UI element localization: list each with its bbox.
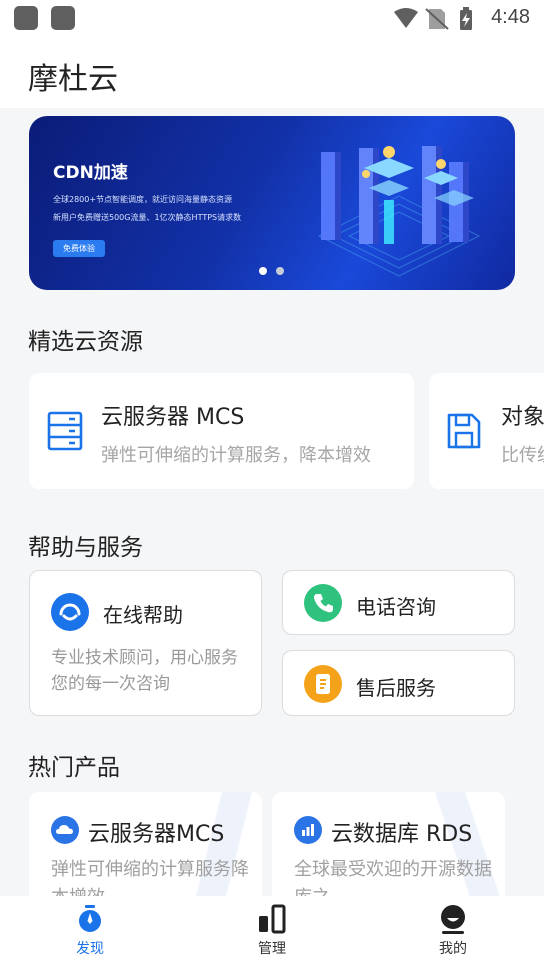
hot-product-title: 云服务器MCS [88,822,225,847]
server-icon [47,411,83,451]
no-sim-icon [425,8,449,30]
clock: 4:48 [491,6,530,28]
help-title: 电话咨询 [356,595,436,619]
tab-manage[interactable]: 管理 [212,896,332,967]
resource-card-object-storage[interactable]: 对象 比传统 [429,373,544,489]
system-icons [394,7,472,30]
phone-consult-card[interactable]: 电话咨询 [282,570,515,635]
battery-icon [460,7,472,30]
help-title: 售后服务 [356,676,436,700]
clipboard-icon [304,665,342,703]
section-title-featured: 精选云资源 [28,329,143,355]
tab-discover[interactable]: 发现 [30,896,150,967]
tab-label: 发现 [76,941,104,957]
save-icon [447,413,481,449]
promo-banner[interactable]: CDN加速 全球2800+节点智能调度，就近访问海量静态资源 新用户免费赠送50… [29,116,515,290]
hot-product-title: 云数据库 RDS [331,822,473,847]
resource-description: 弹性可伸缩的计算服务，降本增效 [101,445,371,466]
banner-description: 全球2800+节点智能调度，就近访问海量静态资源 [53,195,233,204]
app-bar: 摩杜云 [0,40,544,108]
resource-card-mcs[interactable]: 云服务器 MCS 弹性可伸缩的计算服务，降本增效 [29,373,414,489]
chart-icon [294,816,322,844]
online-help-card[interactable]: 在线帮助 专业技术顾问，用心服务您的每一次咨询 [29,570,262,716]
resource-title: 云服务器 MCS [101,405,245,430]
banner-description: 新用户免费赠送500G流量、1亿次静态HTTPS请求数 [53,213,242,222]
tab-label: 管理 [258,941,286,957]
carousel-dot-active[interactable] [259,267,267,275]
notification-icon [14,6,38,30]
notification-icon [51,6,75,30]
tab-label: 我的 [439,941,467,957]
help-title: 在线帮助 [103,603,183,627]
hot-product-card-rds[interactable]: 云数据库 RDS 全球最受欢迎的开源数据库之 [272,792,505,912]
carousel-dot[interactable] [276,267,284,275]
discover-icon [79,905,101,932]
after-sales-card[interactable]: 售后服务 [282,650,515,716]
bottom-tab-bar: 发现 管理 我的 [0,896,544,967]
status-bar: 4:48 [0,0,544,40]
cloud-icon [51,816,79,844]
free-trial-button[interactable]: 免费体验 [53,240,105,257]
help-description: 专业技术顾问，用心服务您的每一次咨询 [51,648,238,694]
app-title: 摩杜云 [28,62,118,97]
section-title-help: 帮助与服务 [28,535,143,561]
resource-description: 比传统 [501,445,544,466]
section-title-hot: 热门产品 [28,755,120,781]
resource-title: 对象 [501,405,544,430]
manage-icon [259,904,286,934]
headset-icon [51,593,89,631]
profile-icon [441,905,465,934]
tab-profile[interactable]: 我的 [393,896,513,967]
banner-title: CDN加速 [53,163,128,183]
phone-icon [304,584,342,622]
hot-product-card-mcs[interactable]: 云服务器MCS 弹性可伸缩的计算服务降本增效 [29,792,262,912]
